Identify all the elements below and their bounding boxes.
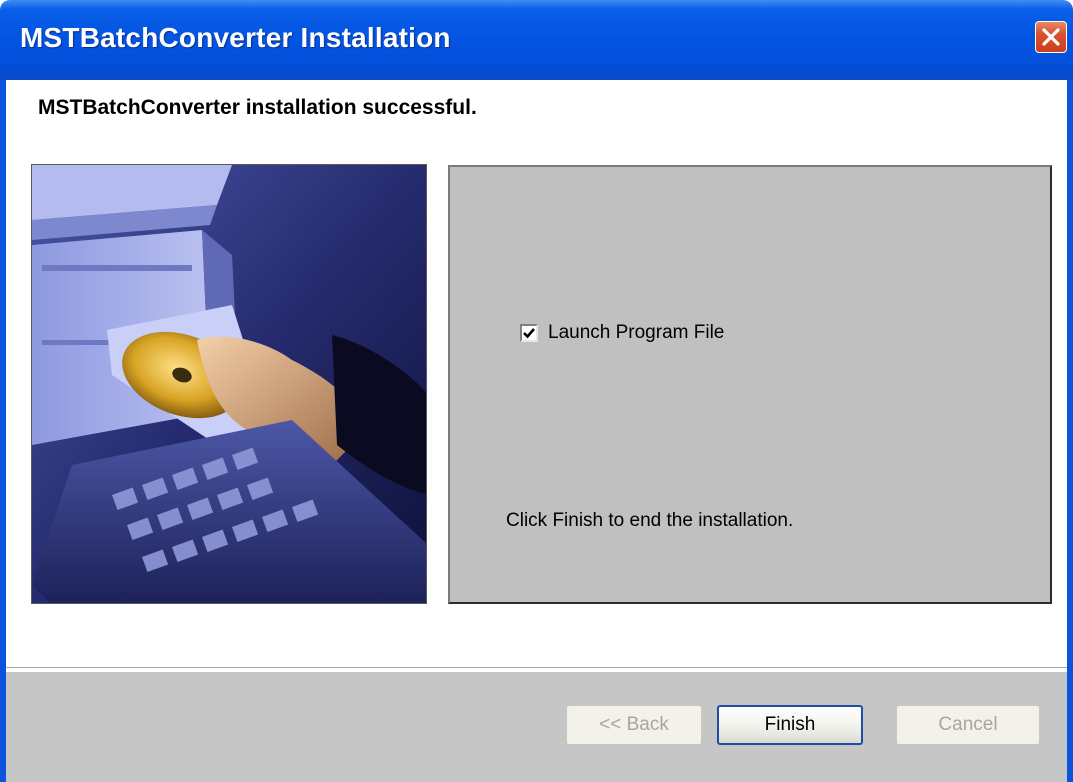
cancel-button[interactable]: Cancel bbox=[896, 705, 1040, 745]
page-heading: MSTBatchConverter installation successfu… bbox=[38, 96, 477, 119]
finish-button[interactable]: Finish bbox=[717, 705, 863, 745]
installer-window: MSTBatchConverter Installation MSTBatchC… bbox=[0, 0, 1073, 782]
launch-program-option[interactable]: Launch Program File bbox=[520, 322, 724, 344]
close-button[interactable] bbox=[1035, 21, 1067, 53]
checkmark-icon bbox=[523, 328, 535, 339]
back-button[interactable]: << Back bbox=[566, 705, 702, 745]
window-title: MSTBatchConverter Installation bbox=[20, 22, 451, 53]
close-icon bbox=[1042, 28, 1060, 46]
launch-program-checkbox[interactable] bbox=[520, 324, 538, 342]
window-frame-right bbox=[1067, 80, 1073, 782]
divider bbox=[6, 667, 1067, 669]
launch-program-label: Launch Program File bbox=[548, 322, 725, 343]
info-panel: Launch Program File Click Finish to end … bbox=[448, 165, 1052, 604]
title-bar: MSTBatchConverter Installation bbox=[0, 0, 1073, 80]
finish-instruction: Click Finish to end the installation. bbox=[506, 510, 794, 531]
installer-illustration bbox=[31, 164, 427, 604]
cd-drive-illustration bbox=[32, 165, 426, 603]
